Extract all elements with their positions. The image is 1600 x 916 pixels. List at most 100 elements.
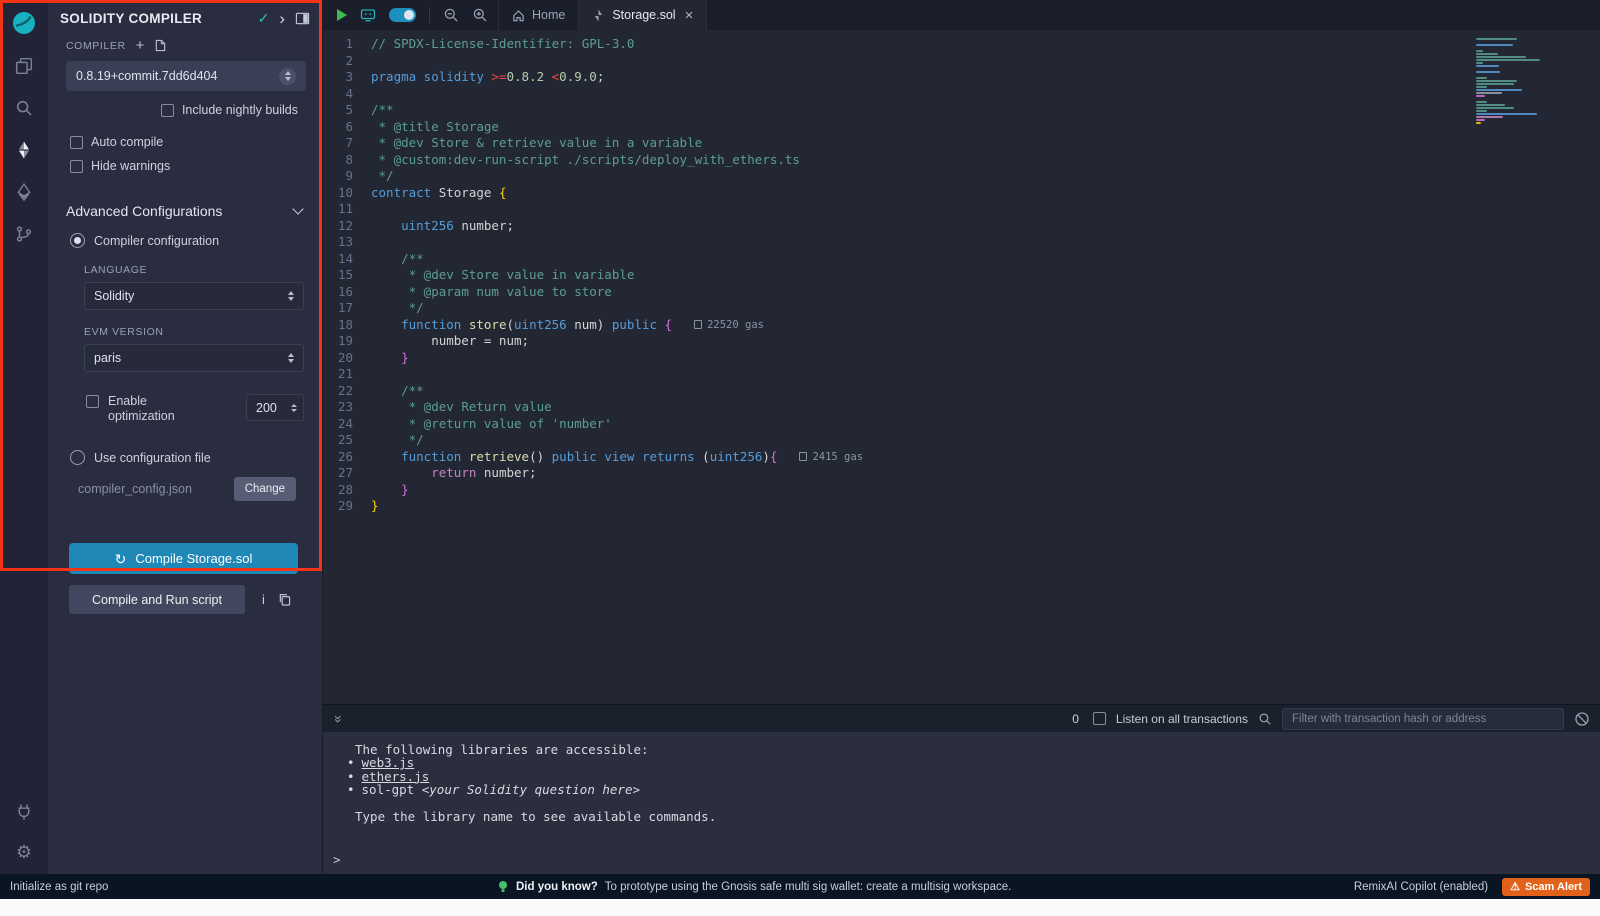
expand-terminal-icon[interactable]: » (331, 715, 347, 723)
run-script-icon[interactable] (337, 9, 347, 21)
enable-optimization-checkbox[interactable] (86, 395, 99, 408)
solidity-compiler-icon[interactable] (14, 140, 34, 160)
deploy-run-icon[interactable] (14, 182, 34, 202)
plugin-manager-icon[interactable] (14, 802, 34, 822)
line-number: 27 (323, 465, 371, 482)
close-tab-icon[interactable]: × (685, 8, 694, 23)
info-icon[interactable]: i (262, 592, 265, 607)
transaction-filter-input[interactable] (1282, 708, 1564, 730)
tab-storage-sol[interactable]: Storage.sol × (579, 0, 707, 30)
use-config-file-row: Use configuration file (48, 450, 322, 465)
line-number: 26 (323, 449, 371, 466)
compile-refresh-icon: ↻ (115, 552, 127, 566)
advanced-configurations-header[interactable]: Advanced Configurations (66, 203, 302, 219)
editor-toolbar: Home Storage.sol × (323, 0, 1600, 30)
code-line: 28 } (323, 482, 1600, 499)
line-number: 4 (323, 86, 371, 103)
panel-header: SOLIDITY COMPILER ✓ › (48, 0, 322, 36)
block-transactions-icon[interactable] (1574, 711, 1590, 727)
settings-icon[interactable]: ⚙ (14, 842, 34, 862)
compile-and-run-button[interactable]: Compile and Run script (69, 585, 245, 614)
status-bar: Initialize as git repo Did you know? To … (0, 874, 1600, 899)
code-line: 8 * @custom:dev-run-script ./scripts/dep… (323, 152, 1600, 169)
line-number: 2 (323, 53, 371, 70)
toolbar-divider (429, 7, 430, 23)
auto-compile-checkbox[interactable] (70, 136, 83, 149)
listen-all-label: Listen on all transactions (1116, 712, 1248, 726)
compile-button[interactable]: ↻ Compile Storage.sol (69, 543, 298, 574)
solidity-compiler-panel: SOLIDITY COMPILER ✓ › COMPILER + 0.8.19+… (48, 0, 322, 874)
status-bar-right: RemixAI Copilot (enabled) ⚠ Scam Alert (1354, 878, 1590, 896)
pin-panel-icon[interactable] (295, 11, 310, 26)
language-value: Solidity (94, 289, 288, 303)
include-nightly-row: Include nightly builds (48, 103, 322, 117)
code-line: 29} (323, 498, 1600, 515)
code-line: 4 (323, 86, 1600, 103)
git-init-button[interactable]: Initialize as git repo (10, 881, 108, 893)
lightbulb-icon (497, 880, 509, 893)
gas-estimate: 22520 gas (694, 317, 764, 334)
language-select[interactable]: Solidity (84, 282, 304, 310)
solidity-file-icon (592, 9, 605, 22)
change-config-button[interactable]: Change (234, 477, 296, 501)
toggle-knob (404, 10, 414, 20)
code-line: 15 * @dev Store value in variable (323, 267, 1600, 284)
compiler-configuration-radio[interactable] (70, 233, 85, 248)
open-file-icon[interactable] (154, 39, 167, 52)
advanced-configurations-title: Advanced Configurations (66, 203, 294, 219)
terminal-output[interactable]: The following libraries are accessible: •… (323, 732, 1600, 874)
line-number: 13 (323, 234, 371, 251)
terminal-line: The following libraries are accessible: (355, 743, 1600, 756)
terminal-prompt: > (333, 853, 1600, 866)
listen-all-checkbox[interactable] (1093, 712, 1106, 725)
line-number: 14 (323, 251, 371, 268)
code-line: 20 } (323, 350, 1600, 367)
copy-icon[interactable] (278, 593, 291, 606)
terminal-line: •sol-gpt <your Solidity question here> (347, 783, 1600, 796)
tab-home-label: Home (532, 8, 565, 22)
line-number: 18 (323, 317, 371, 334)
file-explorer-icon[interactable] (14, 56, 34, 76)
optimization-runs-input[interactable]: 200 (246, 394, 304, 421)
icon-rail: ⚙ (0, 0, 48, 874)
add-custom-compiler-icon[interactable]: + (136, 38, 145, 53)
tab-storage-label: Storage.sol (612, 8, 675, 22)
search-icon[interactable] (1258, 712, 1272, 726)
gas-estimate: 2415 gas (799, 449, 863, 466)
compiler-version-select[interactable]: 0.8.19+commit.7dd6d404 (66, 61, 306, 91)
scam-alert-button[interactable]: ⚠ Scam Alert (1502, 878, 1590, 896)
remix-ide: ⚙ SOLIDITY COMPILER ✓ › COMPILER + 0.8.1… (0, 0, 1600, 916)
warning-icon: ⚠ (1510, 880, 1520, 893)
search-icon[interactable] (14, 98, 34, 118)
terminal-line: Type the library name to see available c… (355, 810, 1600, 823)
code-line: 18 function store(uint256 num) public {2… (323, 317, 1600, 334)
code-editor[interactable]: 1// SPDX-License-Identifier: GPL-3.023pr… (323, 30, 1600, 704)
terminal-blank-line (333, 797, 1600, 810)
include-nightly-label: Include nightly builds (182, 103, 298, 117)
code-line: 11 (323, 201, 1600, 218)
zoom-in-icon[interactable] (472, 7, 488, 23)
git-icon[interactable] (14, 224, 34, 244)
terminal-toolbar-right: 0 Listen on all transactions (1072, 708, 1590, 730)
code-line: 5/** (323, 102, 1600, 119)
remix-logo[interactable] (11, 10, 37, 36)
remix-ai-icon[interactable] (360, 7, 376, 23)
minimap[interactable] (1476, 38, 1582, 125)
use-config-file-radio[interactable] (70, 450, 85, 465)
copilot-toggle[interactable] (389, 8, 416, 22)
code-line: 16 * @param num value to store (323, 284, 1600, 301)
tab-home[interactable]: Home (499, 0, 579, 30)
compiler-configuration-row: Compiler configuration (48, 233, 322, 248)
chevron-right-icon[interactable]: › (279, 10, 285, 27)
zoom-out-icon[interactable] (443, 7, 459, 23)
line-number: 7 (323, 135, 371, 152)
number-stepper-icon[interactable] (291, 404, 297, 412)
line-number: 29 (323, 498, 371, 515)
line-number: 9 (323, 168, 371, 185)
code-line: 21 (323, 366, 1600, 383)
include-nightly-checkbox[interactable] (161, 104, 174, 117)
evm-version-select[interactable]: paris (84, 344, 304, 372)
evm-version-label: EVM VERSION (84, 326, 322, 338)
hide-warnings-checkbox[interactable] (70, 160, 83, 173)
scam-alert-label: Scam Alert (1525, 881, 1582, 893)
